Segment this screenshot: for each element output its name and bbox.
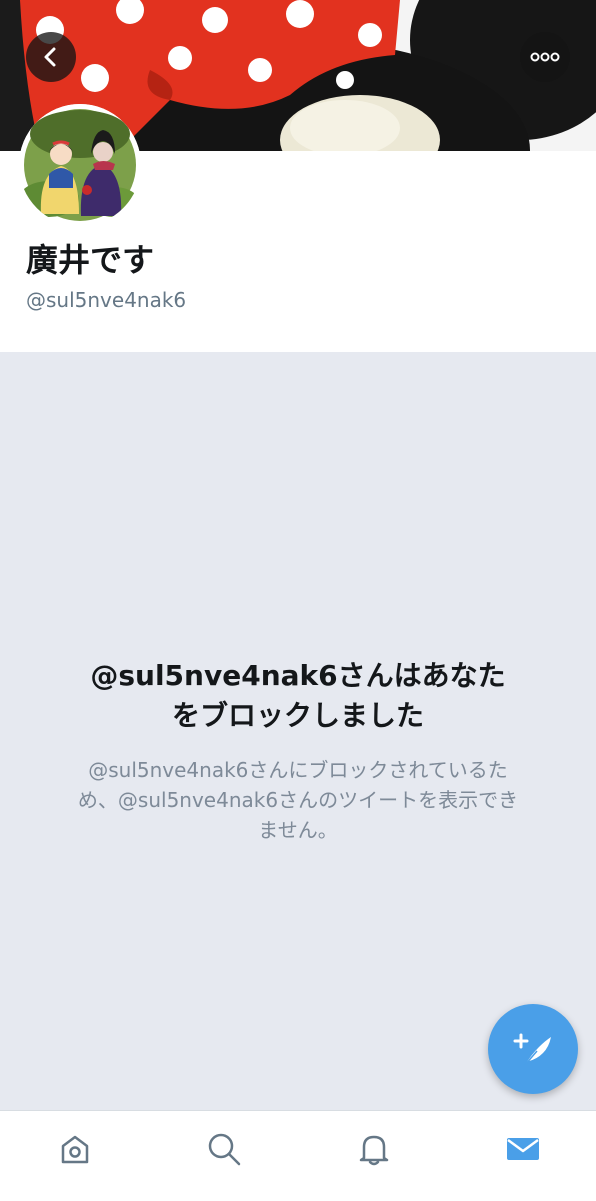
tab-search[interactable] bbox=[204, 1129, 244, 1169]
more-options-button[interactable] bbox=[520, 32, 570, 82]
compose-tweet-button[interactable] bbox=[488, 1004, 578, 1094]
blocked-description-line: @sul5nve4nak6さんにブロックされているた bbox=[88, 758, 508, 782]
blocked-description: @sul5nve4nak6さんにブロックされているた め、@sul5nve4na… bbox=[50, 755, 546, 845]
compose-tweet-icon bbox=[513, 1033, 551, 1066]
blocked-description-line: め、@sul5nve4nak6さんのツイートを表示でき bbox=[77, 788, 519, 812]
bottom-tab-bar bbox=[0, 1110, 596, 1201]
tab-home[interactable] bbox=[55, 1129, 95, 1169]
avatar-image bbox=[19, 104, 141, 226]
blocked-title: @sul5nve4nak6さんはあなた をブロックしました bbox=[30, 656, 566, 736]
tab-messages[interactable] bbox=[503, 1129, 543, 1169]
blocked-title-line: をブロックしました bbox=[171, 699, 424, 732]
more-dots-icon bbox=[530, 52, 560, 62]
tab-notifications[interactable] bbox=[354, 1129, 394, 1169]
mail-icon bbox=[507, 1138, 539, 1160]
home-icon bbox=[61, 1135, 89, 1164]
user-handle: @sul5nve4nak6 bbox=[26, 288, 187, 312]
back-button[interactable] bbox=[26, 32, 76, 82]
display-name: 廣井です bbox=[26, 241, 155, 279]
blocked-title-line: @sul5nve4nak6さんはあなた bbox=[90, 659, 506, 692]
bell-icon bbox=[359, 1135, 389, 1166]
blocked-description-line: ません。 bbox=[258, 818, 338, 842]
search-icon bbox=[208, 1133, 241, 1166]
avatar[interactable] bbox=[19, 104, 141, 226]
chevron-left-icon bbox=[44, 47, 56, 67]
